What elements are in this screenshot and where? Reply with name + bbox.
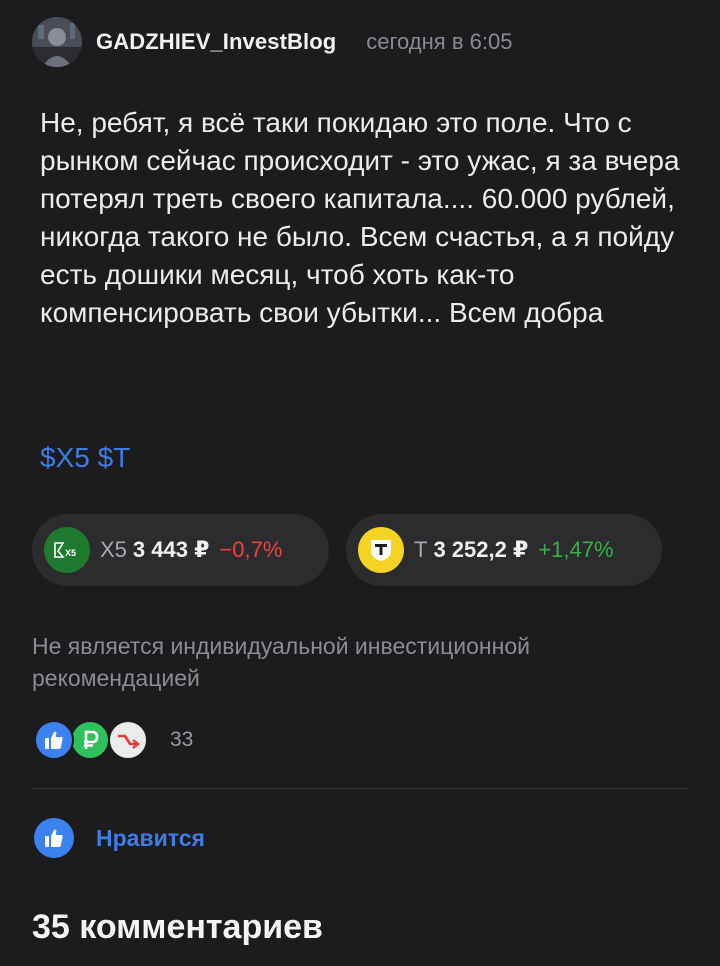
thumbs-up-icon: [34, 818, 74, 858]
post-tickers: $X5 $T: [40, 442, 130, 474]
post-text: Не, ребят, я всё таки покидаю это поле. …: [40, 107, 680, 328]
comments-heading: 35 комментариев: [32, 908, 323, 946]
post-timestamp: сегодня в 6:05: [366, 29, 513, 54]
instrument-chip-t[interactable]: Т 3 252,2 ₽ +1,47%: [346, 514, 662, 586]
t-bank-logo-icon: [358, 527, 404, 573]
instrument-price: 3 443 ₽: [132, 537, 210, 562]
reactions-summary[interactable]: 33: [34, 718, 193, 762]
instrument-change: −0,7%: [219, 537, 283, 562]
instrument-name: Т: [414, 537, 428, 562]
ruble-icon: [70, 720, 110, 760]
author-name[interactable]: GADZHIEV_InvestBlog: [96, 29, 336, 55]
x5-logo-icon: X5: [44, 527, 90, 573]
chart-down-icon: [108, 720, 148, 760]
thumbs-up-icon: [34, 720, 74, 760]
instrument-change: +1,47%: [538, 537, 614, 562]
divider: [32, 788, 688, 789]
ticker-link-x5[interactable]: $X5: [40, 442, 90, 473]
x5-logo-text: X5: [65, 548, 76, 558]
ticker-link-t[interactable]: $T: [98, 442, 131, 473]
post-header: GADZHIEV_InvestBlog сегодня в 6:05: [32, 14, 512, 70]
instrument-name: X5: [100, 537, 127, 562]
instrument-price: 3 252,2 ₽: [433, 537, 529, 562]
instrument-chip-x5[interactable]: X5 X5 3 443 ₽ −0,7%: [32, 514, 329, 586]
like-label: Нравится: [96, 824, 205, 851]
reactions-count: 33: [170, 728, 194, 751]
like-button[interactable]: Нравится: [34, 818, 205, 858]
author-avatar[interactable]: [32, 17, 82, 67]
disclaimer-text: Не является индивидуальной инвестиционно…: [32, 633, 530, 691]
